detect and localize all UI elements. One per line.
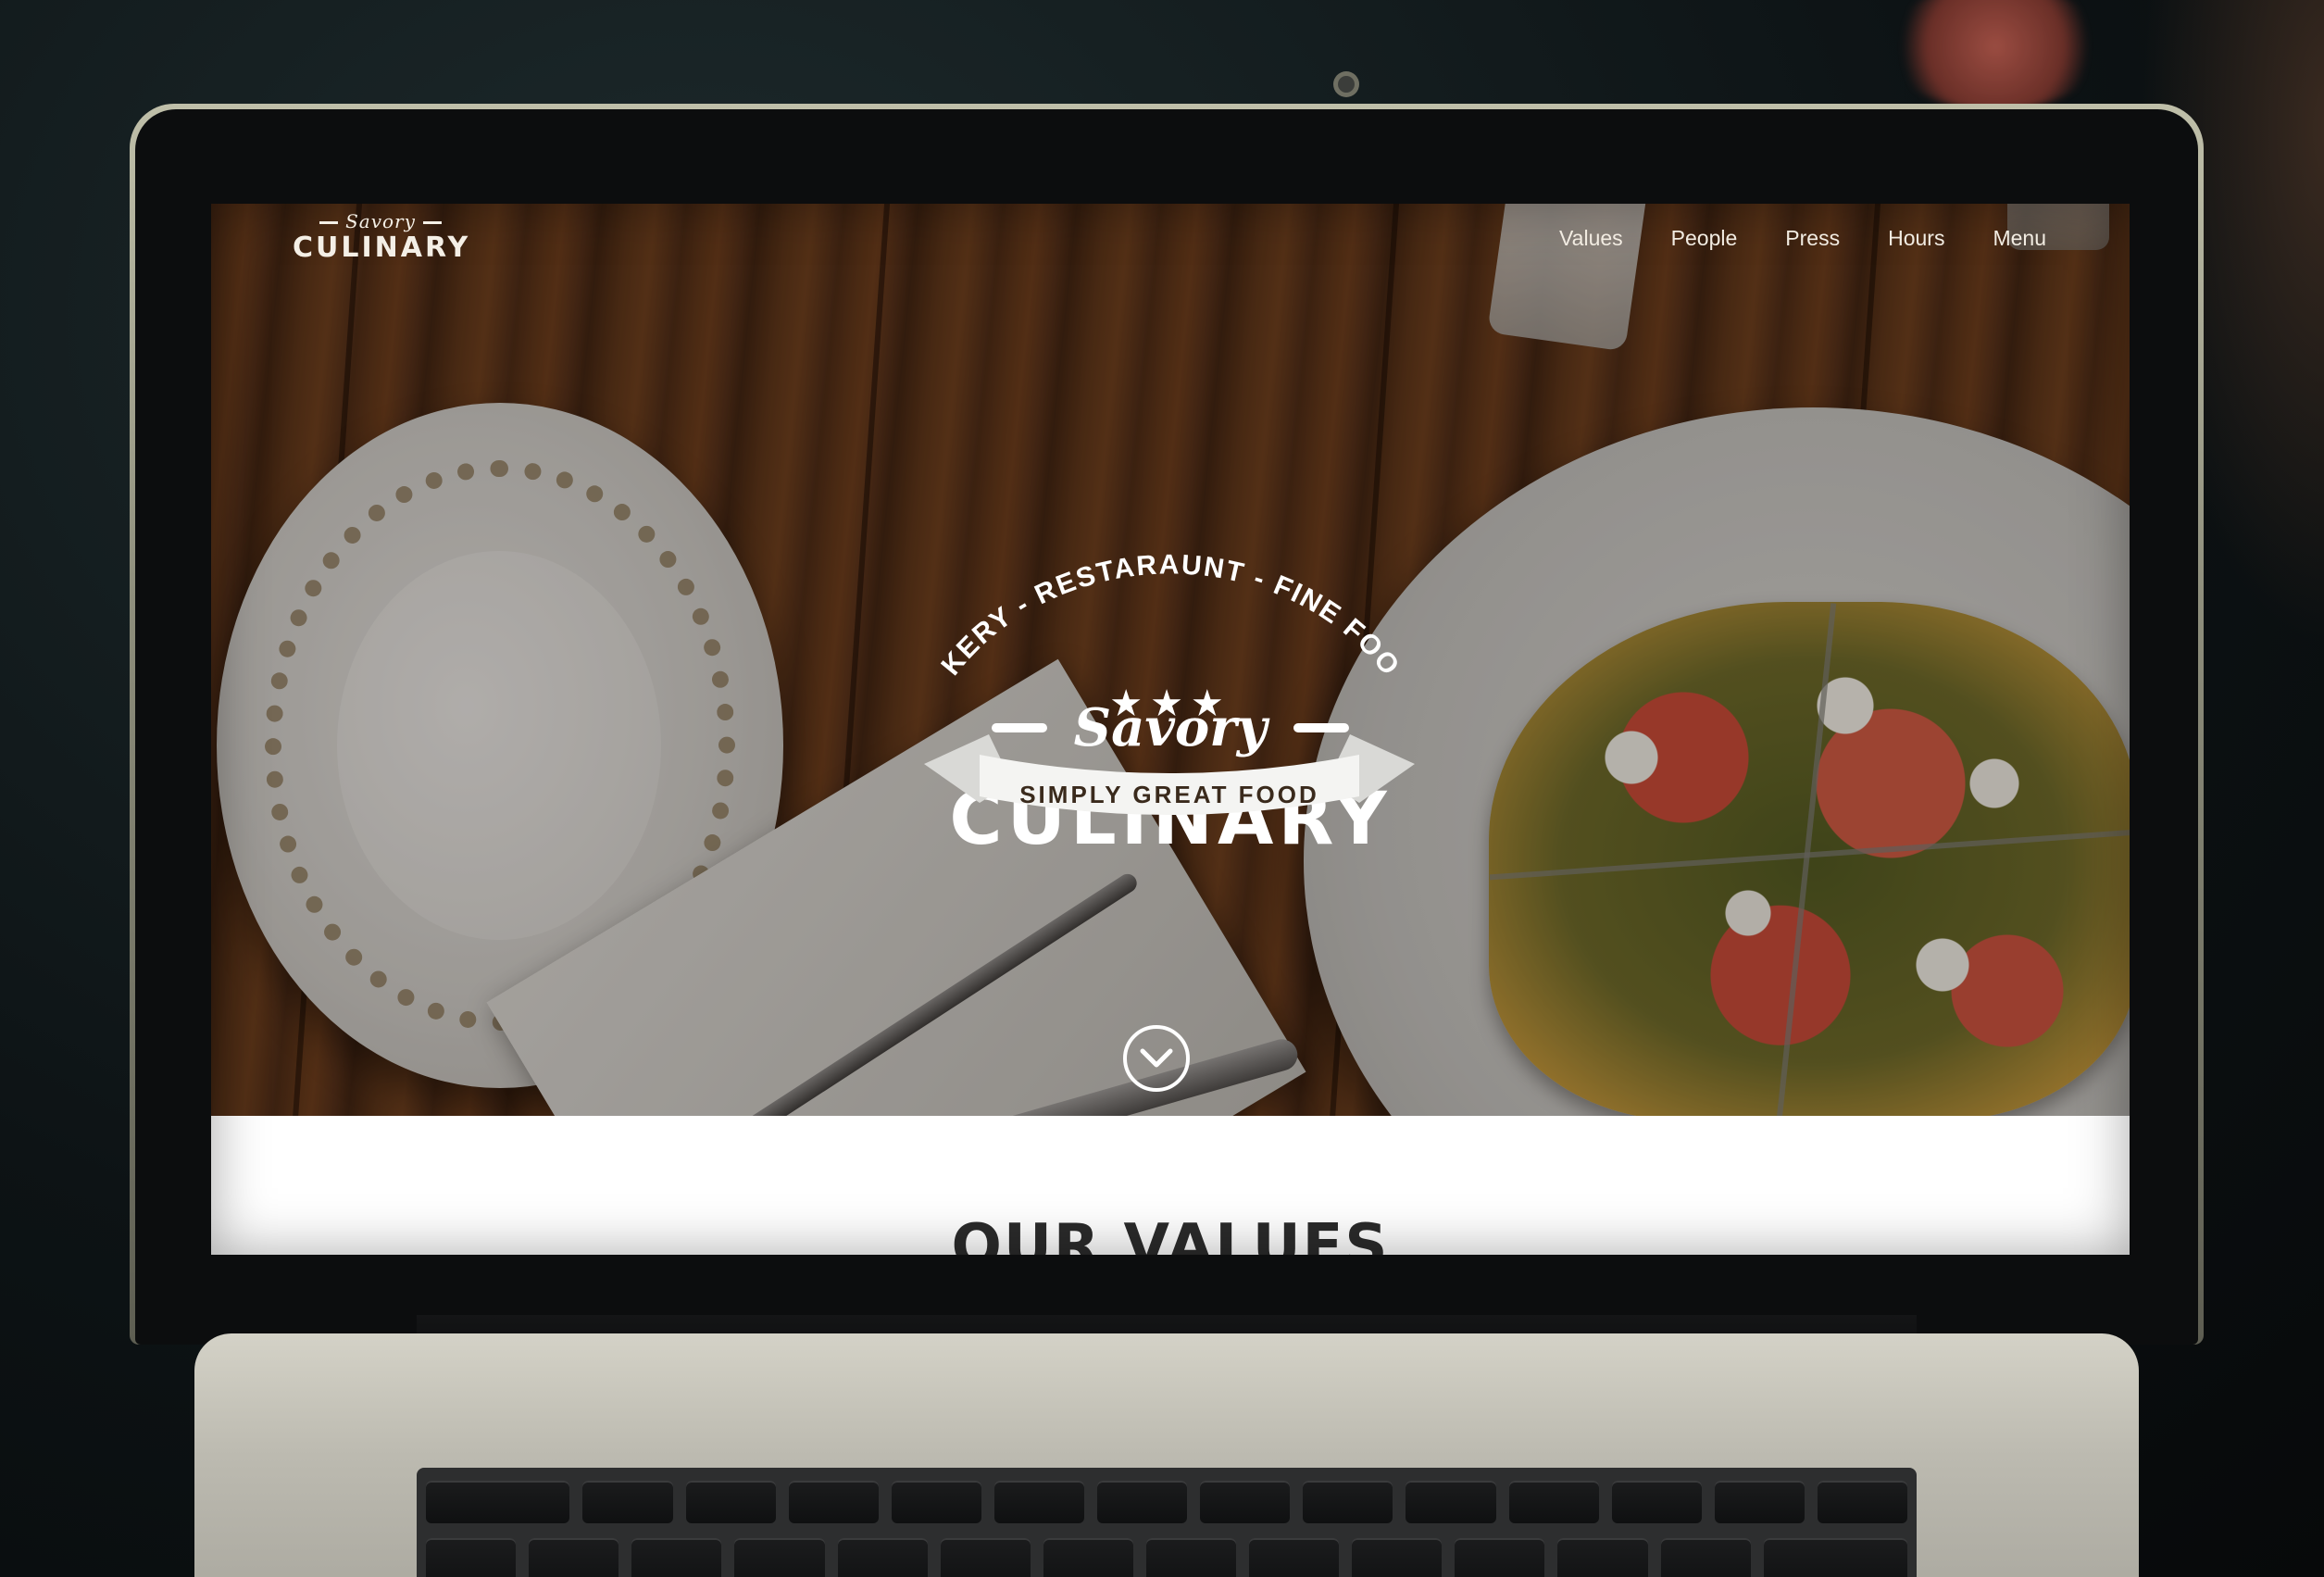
- wood-seam: [1805, 204, 1882, 1116]
- key[interactable]: [837, 1538, 928, 1577]
- key[interactable]: [1303, 1481, 1393, 1523]
- webcam: [1338, 76, 1355, 93]
- key[interactable]: [529, 1538, 619, 1577]
- key[interactable]: [1097, 1481, 1188, 1523]
- function-key-row: [426, 1481, 1908, 1523]
- photo-scene: Savory CULINARY Values People Press Hour…: [0, 0, 2324, 1577]
- key[interactable]: [582, 1481, 673, 1523]
- key[interactable]: [631, 1538, 722, 1577]
- key[interactable]: [1352, 1538, 1443, 1577]
- site-logo[interactable]: Savory CULINARY: [293, 209, 469, 263]
- fork: [726, 870, 1141, 1116]
- values-section: OUR VALUES: [211, 1116, 2130, 1255]
- nav-link-people[interactable]: People: [1671, 226, 1738, 251]
- plate-pattern: [265, 460, 735, 1031]
- key[interactable]: [1200, 1481, 1291, 1523]
- key[interactable]: [1557, 1538, 1648, 1577]
- wood-seam: [814, 204, 892, 1116]
- key[interactable]: [891, 1481, 981, 1523]
- plate-center: [337, 551, 661, 940]
- key[interactable]: [1763, 1538, 1908, 1577]
- number-key-row: [426, 1538, 1908, 1577]
- star-rating-icon: ★★★: [1109, 682, 1231, 725]
- key[interactable]: [1406, 1481, 1496, 1523]
- chevron-down-icon: [1140, 1048, 1173, 1068]
- nav-link-menu[interactable]: Menu: [1993, 226, 2046, 251]
- key[interactable]: [1611, 1481, 1702, 1523]
- nav-link-press[interactable]: Press: [1785, 226, 1840, 251]
- key[interactable]: [685, 1481, 776, 1523]
- values-heading: OUR VALUES: [951, 1212, 1390, 1255]
- key[interactable]: [1714, 1481, 1805, 1523]
- key[interactable]: [426, 1481, 570, 1523]
- svg-text:BAKERY - RESTARAUNT - FINE FOO: BAKERY - RESTARAUNT - FINE FOODS: [930, 412, 1406, 682]
- nav-link-hours[interactable]: Hours: [1888, 226, 1944, 251]
- background-cup: [1889, 0, 2102, 111]
- key[interactable]: [1508, 1481, 1599, 1523]
- logo-word: CULINARY: [293, 232, 471, 264]
- keyboard: [417, 1468, 1917, 1577]
- main-nav: Values People Press Hours Menu: [1559, 226, 2046, 251]
- power-key[interactable]: [1817, 1481, 1908, 1523]
- key[interactable]: [1660, 1538, 1751, 1577]
- ribbon-text: SIMPLY GREAT FOOD: [1019, 781, 1319, 808]
- ribbon-banner: SIMPLY GREAT FOOD: [924, 734, 1415, 815]
- key[interactable]: [788, 1481, 879, 1523]
- arc-tagline-text: BAKERY - RESTARAUNT - FINE FOODS: [930, 412, 1405, 682]
- key[interactable]: [993, 1481, 1085, 1523]
- laptop-base: [194, 1333, 2139, 1577]
- quiche-food: [1489, 602, 2130, 1116]
- food-plate: [1304, 407, 2130, 1116]
- key[interactable]: [426, 1538, 517, 1577]
- nav-link-values[interactable]: Values: [1559, 226, 1623, 251]
- key[interactable]: [1043, 1538, 1133, 1577]
- arc-tagline: BAKERY - RESTARAUNT - FINE FOODS: [930, 412, 1406, 682]
- slice-cut: [1776, 603, 1837, 1116]
- key[interactable]: [734, 1538, 825, 1577]
- scroll-down-button[interactable]: [1123, 1025, 1190, 1092]
- key[interactable]: [1249, 1538, 1340, 1577]
- decorative-plate: [217, 403, 783, 1088]
- logo-script: Savory: [293, 209, 469, 233]
- wood-seam: [286, 204, 364, 1116]
- key[interactable]: [1145, 1538, 1236, 1577]
- slice-cut: [1489, 829, 2130, 881]
- laptop-screen: Savory CULINARY Values People Press Hour…: [211, 204, 2130, 1255]
- key[interactable]: [940, 1538, 1031, 1577]
- key[interactable]: [1455, 1538, 1545, 1577]
